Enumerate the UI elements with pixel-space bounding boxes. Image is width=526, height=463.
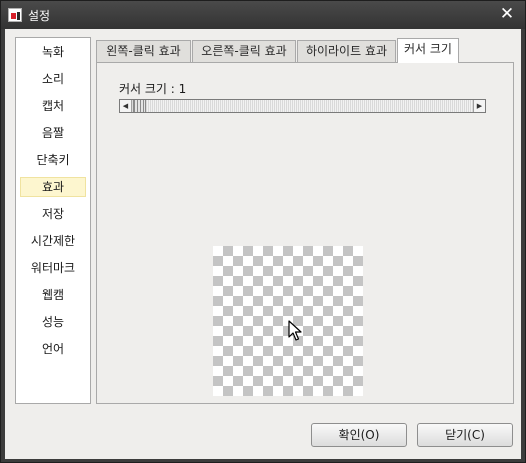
app-icon-bar	[17, 12, 20, 20]
tab-left-click-effect[interactable]: 왼쪽-클릭 효과	[96, 40, 191, 62]
sidebar-item-save[interactable]: 저장	[20, 204, 86, 224]
sidebar-item-gif[interactable]: 음짤	[20, 123, 86, 143]
settings-window: 설정 ✕ 녹화 소리 캡처 음짤 단축키 효과 저장 시간제한 워터마크 웹캠 …	[0, 0, 526, 463]
sidebar-item-sound[interactable]: 소리	[20, 69, 86, 89]
sidebar-item-effects[interactable]: 효과	[20, 177, 86, 197]
sidebar-item-hotkeys[interactable]: 단축키	[20, 150, 86, 170]
scroll-left-icon[interactable]: ◀	[120, 100, 132, 112]
cursor-size-label: 커서 크기 : 1	[119, 82, 187, 96]
title-bar[interactable]: 설정 ✕	[1, 1, 525, 29]
sidebar-item-time-limit[interactable]: 시간제한	[20, 231, 86, 251]
close-icon[interactable]: ✕	[497, 4, 517, 24]
tab-cursor-size[interactable]: 커서 크기	[397, 38, 459, 63]
window-title: 설정	[28, 9, 51, 23]
slider-thumb[interactable]	[133, 100, 146, 112]
sidebar-item-watermark[interactable]: 워터마크	[20, 258, 86, 278]
cursor-size-panel: 커서 크기 : 1 ◀ ▶	[96, 62, 514, 404]
sidebar-item-recording[interactable]: 녹화	[20, 42, 86, 62]
mouse-cursor-icon	[288, 320, 302, 341]
sidebar-item-language[interactable]: 언어	[20, 339, 86, 359]
effects-tab-strip: 왼쪽-클릭 효과 오른쪽-클릭 효과 하이라이트 효과 커서 크기	[96, 38, 516, 63]
sidebar: 녹화 소리 캡처 음짤 단축키 효과 저장 시간제한 워터마크 웹캠 성능 언어	[15, 37, 91, 404]
close-button[interactable]: 닫기(C)	[417, 423, 513, 447]
ok-button[interactable]: 확인(O)	[311, 423, 407, 447]
scroll-right-icon[interactable]: ▶	[473, 100, 485, 112]
tab-right-click-effect[interactable]: 오른쪽-클릭 효과	[192, 40, 296, 62]
app-icon-dot	[11, 13, 16, 19]
sidebar-item-performance[interactable]: 성능	[20, 312, 86, 332]
cursor-size-slider[interactable]: ◀ ▶	[119, 99, 486, 113]
app-icon	[8, 8, 22, 22]
tab-highlight-effect[interactable]: 하이라이트 효과	[297, 40, 396, 62]
cursor-preview	[213, 246, 363, 396]
sidebar-item-webcam[interactable]: 웹캠	[20, 285, 86, 305]
dialog-body: 녹화 소리 캡처 음짤 단축키 효과 저장 시간제한 워터마크 웹캠 성능 언어…	[5, 29, 521, 459]
sidebar-item-capture[interactable]: 캡처	[20, 96, 86, 116]
